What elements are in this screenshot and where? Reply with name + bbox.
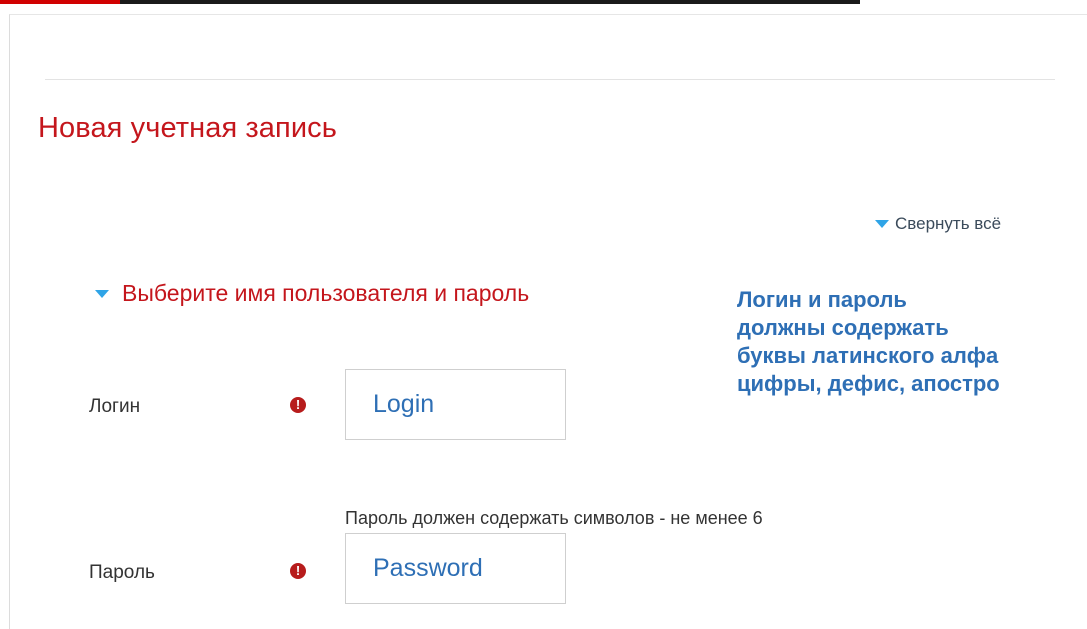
hint-line: должны содержать xyxy=(737,315,949,340)
top-strip xyxy=(0,0,1087,8)
exclamation-circle-icon: ! xyxy=(290,397,306,413)
section-header-username-password[interactable]: Выберите имя пользователя и пароль xyxy=(95,280,529,307)
section-title: Выберите имя пользователя и пароль xyxy=(122,280,530,306)
caret-down-icon xyxy=(875,219,889,228)
top-strip-red xyxy=(0,0,120,4)
password-input[interactable] xyxy=(345,533,566,604)
page-title: Новая учетная запись xyxy=(38,112,337,144)
collapse-all-label: Свернуть всё xyxy=(895,214,1002,233)
exclamation-circle-icon: ! xyxy=(290,563,306,579)
hint-line: буквы латинского алфа xyxy=(737,343,999,368)
collapse-all-link[interactable]: Свернуть всё xyxy=(875,214,1001,234)
top-strip-dark xyxy=(120,0,860,4)
hint-line: цифры, дефис, апостро xyxy=(737,371,1000,396)
password-help-text: Пароль должен содержать символов - не ме… xyxy=(345,508,763,528)
password-label: Пароль xyxy=(89,562,155,583)
divider xyxy=(45,79,1055,80)
caret-down-icon xyxy=(95,289,109,298)
hint-line: Логин и пароль xyxy=(737,287,907,312)
login-input[interactable] xyxy=(345,369,566,440)
login-label: Логин xyxy=(89,396,141,417)
hint-note: Логин и пароль должны содержать буквы ла… xyxy=(737,286,1087,398)
